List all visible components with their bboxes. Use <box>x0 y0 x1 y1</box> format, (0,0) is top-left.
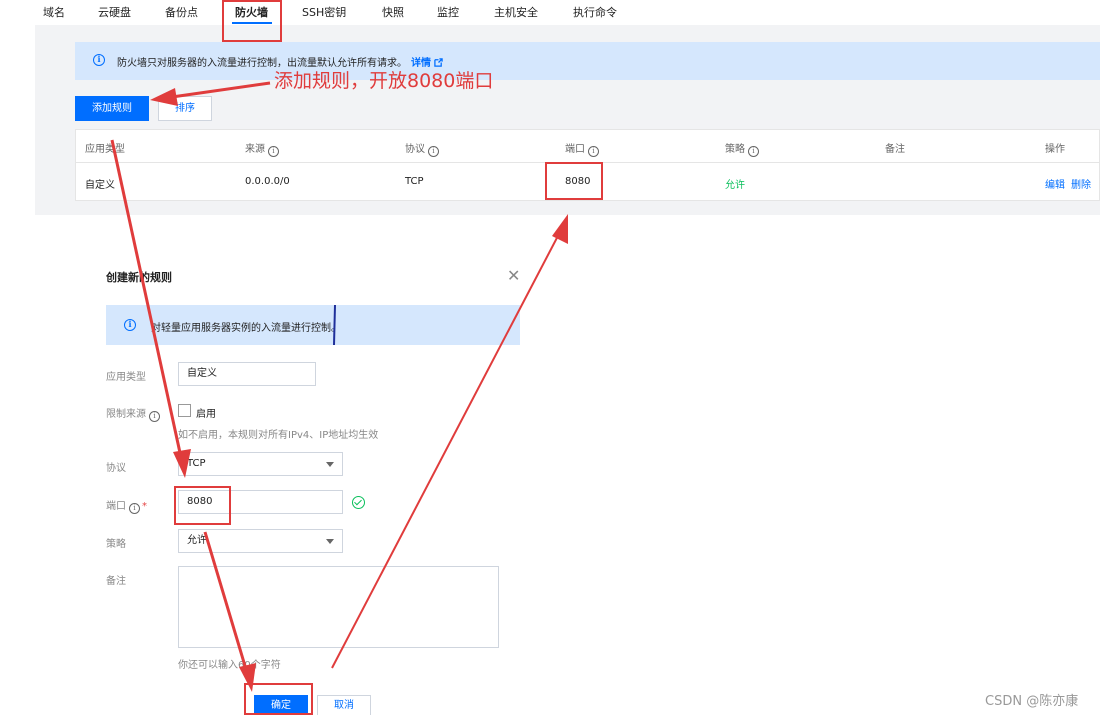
col-header-type: 应用类型 <box>85 140 125 155</box>
app-type-value: 自定义 <box>187 368 217 379</box>
remark-textarea[interactable] <box>178 566 499 648</box>
check-circle-icon <box>352 496 365 509</box>
highlight-port-cell <box>545 162 603 200</box>
cell-policy: 允许 <box>725 180 745 191</box>
dialog-notice: i 对轻量应用服务器实例的入流量进行控制。 <box>106 305 520 345</box>
col-header-source-label: 来源 <box>245 144 265 155</box>
port-label-text: 端口 <box>106 501 126 512</box>
col-header-port-label: 端口 <box>565 144 585 155</box>
col-header-protocol: 协议 i <box>405 140 439 157</box>
app-type-select[interactable]: 自定义 <box>178 362 316 386</box>
highlight-port-input <box>174 486 231 525</box>
info-icon[interactable]: i <box>149 411 160 422</box>
tab-snapshot[interactable]: 快照 <box>382 4 404 20</box>
delete-link[interactable]: 删除 <box>1071 176 1091 191</box>
col-header-actions: 操作 <box>1045 144 1065 155</box>
required-mark: * <box>142 501 147 512</box>
cell-protocol: TCP <box>405 176 424 187</box>
tab-cloud-disk[interactable]: 云硬盘 <box>98 4 131 20</box>
sort-button[interactable]: 排序 <box>158 96 212 121</box>
col-header-policy-label: 策略 <box>725 144 745 155</box>
port-label: 端口 i * <box>106 497 147 514</box>
info-icon[interactable]: i <box>428 146 439 157</box>
tab-monitor[interactable]: 监控 <box>437 4 459 20</box>
firewall-notice: i 防火墙只对服务器的入流量进行控制，出流量默认允许所有请求。 详情 <box>75 42 1100 80</box>
cell-type: 自定义 <box>85 180 115 191</box>
tab-domain[interactable]: 域名 <box>43 4 65 20</box>
policy-select[interactable]: 允许 <box>178 529 343 553</box>
source-limit-label-text: 限制来源 <box>106 409 146 420</box>
highlight-firewall-tab <box>222 0 282 42</box>
info-icon[interactable]: i <box>588 146 599 157</box>
protocol-select[interactable]: TCP <box>178 452 343 476</box>
col-header-type-label: 应用类型 <box>85 144 125 155</box>
info-icon: i <box>124 319 136 331</box>
enable-label: 启用 <box>196 409 216 420</box>
chevron-down-icon <box>326 539 334 544</box>
col-header-source: 来源 i <box>245 140 279 157</box>
info-icon[interactable]: i <box>129 503 140 514</box>
tab-bar: 域名 云硬盘 备份点 防火墙 SSH密钥 快照 监控 主机安全 执行命令 <box>0 0 1100 25</box>
chevron-down-icon <box>326 462 334 467</box>
app-type-label: 应用类型 <box>106 372 146 383</box>
info-icon[interactable]: i <box>748 146 759 157</box>
tab-ssh-key[interactable]: SSH密钥 <box>302 4 346 20</box>
col-header-protocol-label: 协议 <box>405 144 425 155</box>
dialog-title: 创建新的规则 <box>106 271 172 284</box>
cancel-button[interactable]: 取消 <box>317 695 371 715</box>
add-rule-button[interactable]: 添加规则 <box>75 96 149 121</box>
protocol-label: 协议 <box>106 463 126 474</box>
annotation-text: 添加规则，开放8080端口 <box>274 70 494 92</box>
source-limit-label: 限制来源 i <box>106 405 160 422</box>
remark-label: 备注 <box>106 576 126 587</box>
col-header-remark: 备注 <box>885 144 905 155</box>
tab-host-security[interactable]: 主机安全 <box>494 4 538 20</box>
tab-backup[interactable]: 备份点 <box>165 4 198 20</box>
close-icon[interactable]: ✕ <box>507 268 520 284</box>
enable-checkbox[interactable] <box>178 404 191 417</box>
source-hint: 如不启用，本规则对所有IPv4、IP地址均生效 <box>178 430 379 441</box>
col-header-policy: 策略 i <box>725 140 759 157</box>
protocol-value: TCP <box>187 458 206 469</box>
remark-hint: 你还可以输入60个字符 <box>178 660 281 671</box>
highlight-confirm-button <box>244 683 313 715</box>
info-icon[interactable]: i <box>268 146 279 157</box>
info-icon: i <box>93 54 105 66</box>
watermark: CSDN @陈亦康 <box>985 694 1079 709</box>
edit-link[interactable]: 编辑 <box>1045 176 1065 191</box>
policy-value: 允许 <box>187 535 207 546</box>
cell-source: 0.0.0.0/0 <box>245 176 290 187</box>
dialog-notice-text: 对轻量应用服务器实例的入流量进行控制。 <box>151 323 341 334</box>
policy-label: 策略 <box>106 539 126 550</box>
col-header-port: 端口 i <box>565 140 599 157</box>
pen-mark <box>333 305 336 345</box>
tab-run-command[interactable]: 执行命令 <box>573 4 617 20</box>
